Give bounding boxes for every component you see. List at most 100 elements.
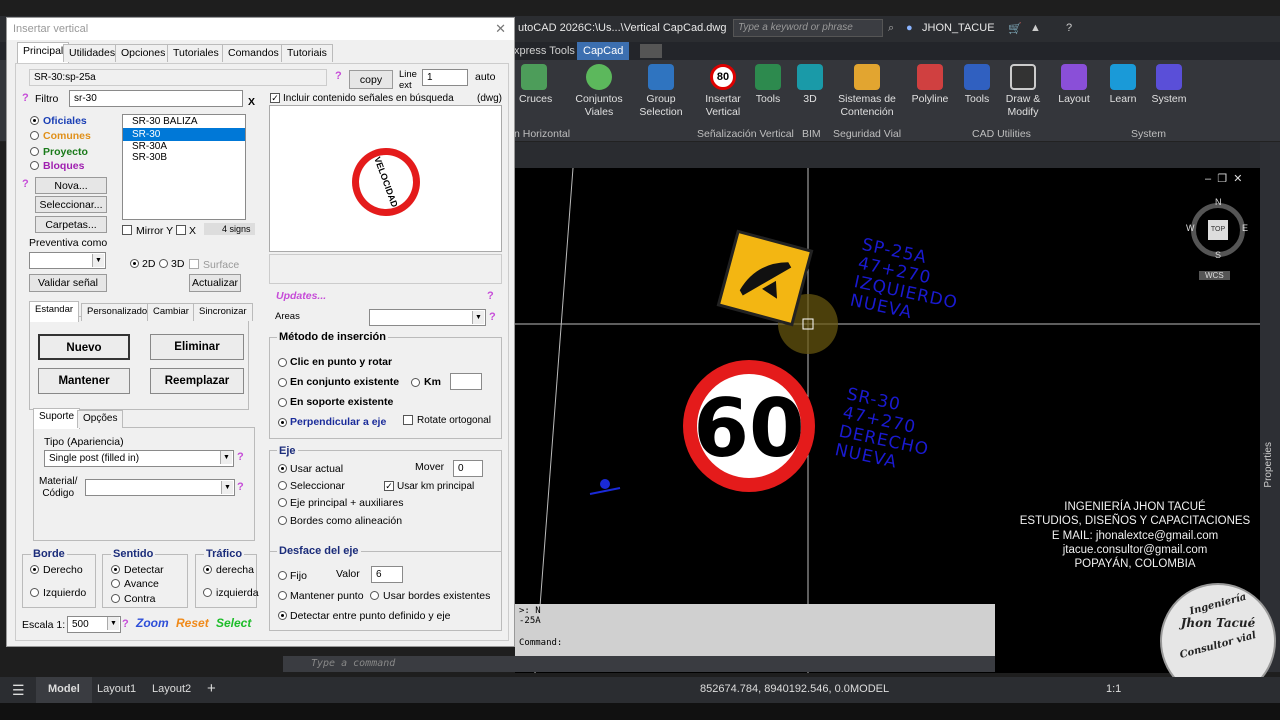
rotate-checkbox[interactable] (403, 415, 413, 425)
category-comunes[interactable]: Comunes (43, 130, 91, 142)
help-icon[interactable]: ? (1066, 22, 1072, 34)
radio-derecho[interactable] (30, 565, 39, 574)
tab-overflow-icon[interactable] (640, 44, 662, 58)
drawing-canvas[interactable]: 60 SP-25A 47+270 IZQUIERDO NUEVA SR-30 4… (515, 168, 1260, 673)
add-layout-icon[interactable]: + (207, 680, 216, 697)
list-item[interactable]: SR-30 BALIZA (123, 115, 245, 128)
tab-express-tools[interactable]: xpress Tools (514, 45, 575, 57)
viewcube-top[interactable]: TOP (1208, 220, 1228, 240)
select-link[interactable]: Select (216, 616, 251, 630)
radio-mantener[interactable] (278, 591, 287, 600)
tab-personalizado[interactable]: Personalizado (81, 303, 154, 321)
annotation-scale[interactable]: 1:1 (1106, 683, 1121, 695)
eliminar-button[interactable]: Eliminar (150, 334, 244, 360)
filtro-input[interactable]: sr-30 (69, 90, 243, 107)
radio-trafico-derecha[interactable] (203, 565, 212, 574)
radio-fijo[interactable] (278, 571, 287, 580)
mover-input[interactable]: 0 (453, 460, 483, 477)
zoom-link[interactable]: Zoom (136, 616, 169, 630)
help-icon[interactable]: ? (22, 178, 29, 190)
radio-detectar-eje[interactable] (278, 611, 287, 620)
tab-tutoriais[interactable]: Tutoriais (281, 44, 333, 62)
close-icon[interactable]: ✕ (495, 21, 506, 37)
category-proyecto[interactable]: Proyecto (43, 146, 88, 158)
mirror-x-checkbox[interactable] (176, 225, 186, 235)
chevron-down-icon[interactable]: ▼ (107, 617, 119, 630)
line-ext-input[interactable]: 1 (422, 69, 468, 86)
preventiva-dropdown[interactable]: ▼ (29, 252, 106, 269)
usar-km-checkbox[interactable]: ✓ (384, 481, 394, 491)
tab-sincronizar[interactable]: Sincronizar (193, 303, 253, 321)
wcs-menu[interactable]: WCS (1199, 271, 1230, 280)
category-oficiales[interactable]: Oficiales (43, 115, 87, 127)
radio-avance[interactable] (111, 579, 120, 588)
radio-2d[interactable] (130, 259, 139, 268)
polyline-button[interactable]: Polyline (910, 64, 950, 106)
radio-soporte[interactable] (278, 398, 287, 407)
properties-label[interactable]: Properties (1263, 442, 1274, 488)
radio-bloques[interactable] (30, 161, 39, 170)
sistemas-contencion-button[interactable]: Sistemas de Contención (836, 64, 898, 119)
carpetas-button[interactable]: Carpetas... (35, 216, 107, 233)
sign-list[interactable]: SR-30 BALIZA SR-30 SR-30A SR-30B (122, 114, 246, 220)
list-item[interactable]: SR-30B (123, 152, 245, 163)
conjuntos-viales-button[interactable]: Conjuntos Viales (573, 64, 625, 119)
user-icon[interactable]: ● (906, 22, 913, 34)
radio-eje-principal[interactable] (278, 498, 287, 507)
model-space-toggle[interactable]: MODEL (850, 683, 889, 695)
nova-button[interactable]: Nova... (35, 177, 107, 194)
tab-utilidades[interactable]: Utilidades (63, 44, 122, 62)
help-icon[interactable]: ? (237, 481, 244, 493)
tab-layout1[interactable]: Layout1 (97, 683, 136, 695)
command-input[interactable]: Type a command (283, 656, 995, 672)
radio-comunes[interactable] (30, 131, 39, 140)
viewcube[interactable]: TOP (1191, 203, 1245, 257)
tab-opciones[interactable]: Opciones (115, 44, 172, 62)
3d-button[interactable]: 3D (797, 64, 823, 106)
validar-senal-button[interactable]: Validar señal (29, 274, 107, 292)
radio-oficiales[interactable] (30, 116, 39, 125)
learn-button[interactable]: Learn (1107, 64, 1139, 106)
help-icon[interactable]: ? (335, 70, 342, 82)
mantener-button[interactable]: Mantener (38, 368, 130, 394)
menu-icon[interactable]: ☰ (12, 682, 25, 699)
insertar-vertical-button[interactable]: 80 Insertar Vertical (703, 64, 743, 119)
help-icon[interactable]: ? (487, 290, 494, 302)
chevron-down-icon[interactable]: ▼ (220, 451, 232, 464)
reemplazar-button[interactable]: Reemplazar (150, 368, 244, 394)
radio-contra[interactable] (111, 594, 120, 603)
surface-checkbox[interactable] (189, 259, 199, 269)
tab-tutoriales[interactable]: Tutoriales (167, 44, 225, 62)
help-icon[interactable]: ? (489, 311, 496, 323)
mirror-y-checkbox[interactable] (122, 225, 132, 235)
radio-usar-actual[interactable] (278, 464, 287, 473)
radio-izquierdo[interactable] (30, 588, 39, 597)
cad-tools-button[interactable]: Tools (962, 64, 992, 106)
radio-detectar[interactable] (111, 565, 120, 574)
seleccionar-button[interactable]: Seleccionar... (35, 196, 107, 213)
tab-model[interactable]: Model (36, 677, 92, 703)
cart-icon[interactable]: 🛒 (1008, 22, 1022, 35)
tipo-dropdown[interactable]: Single post (filled in) (44, 450, 234, 467)
viewport-controls[interactable]: – ❐ ✕ (1205, 172, 1242, 185)
user-name[interactable]: JHON_TACUE (922, 22, 995, 34)
cruces-button[interactable]: Cruces (519, 64, 552, 106)
radio-perpendicular[interactable] (278, 418, 287, 427)
search-input[interactable]: Type a keyword or phrase (733, 19, 883, 37)
category-bloques[interactable]: Bloques (43, 160, 84, 172)
sign-code-field[interactable]: SR-30:sp-25a (29, 69, 327, 86)
radio-proyecto[interactable] (30, 147, 39, 156)
tab-suporte[interactable]: Suporte (33, 408, 81, 429)
list-item-selected[interactable]: SR-30 (123, 128, 245, 141)
radio-km[interactable] (411, 378, 420, 387)
radio-bordes[interactable] (278, 516, 287, 525)
list-item[interactable]: SR-30A (123, 141, 245, 152)
tab-opcoes[interactable]: Opções (77, 410, 124, 428)
layout-button[interactable]: Layout (1056, 64, 1092, 106)
tab-estandar[interactable]: Estandar (29, 301, 80, 322)
radio-clic-punto[interactable] (278, 358, 287, 367)
tab-principal[interactable]: Principal (17, 42, 70, 63)
help-icon[interactable]: ? (237, 451, 244, 463)
draw-modify-button[interactable]: Draw & Modify (1003, 64, 1043, 119)
km-input[interactable] (450, 373, 482, 390)
